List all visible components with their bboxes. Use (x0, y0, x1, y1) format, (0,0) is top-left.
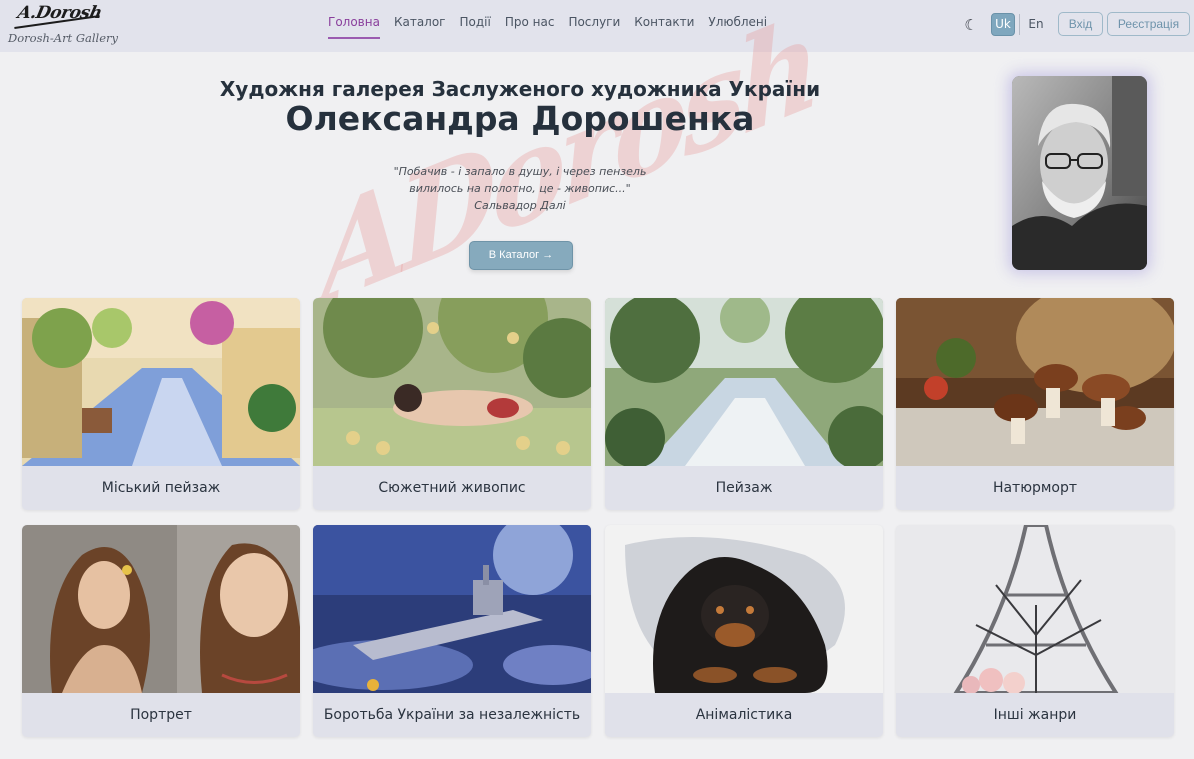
category-label: Міський пейзаж (101, 480, 221, 496)
hero-quote: "Побачив - і запало в душу, і через пенз… (360, 163, 680, 214)
category-label: Портрет (130, 707, 192, 723)
nav-item-events[interactable]: Події (460, 15, 491, 39)
to-catalog-button[interactable]: В Каталог → (469, 241, 573, 270)
artist-portrait (1012, 76, 1147, 270)
category-image (605, 298, 883, 466)
category-image (313, 525, 591, 693)
arrow-right-icon: → (542, 249, 554, 261)
nav-item-home[interactable]: Головна (328, 15, 380, 39)
quote-author: Сальвадор Далі (474, 199, 566, 212)
category-label: Натюрморт (992, 480, 1078, 496)
category-label: Боротьба України за незалежність (323, 707, 581, 723)
category-card-other-genres[interactable]: Інші жанри (896, 525, 1174, 737)
lang-uk-button[interactable]: Uk (991, 13, 1015, 36)
nav-item-services[interactable]: Послуги (568, 15, 620, 39)
register-button[interactable]: Реєстрація (1107, 12, 1190, 36)
category-card-landscape[interactable]: Пейзаж (605, 298, 883, 510)
category-label: Сюжетний живопис (378, 480, 526, 496)
category-image (896, 525, 1174, 693)
category-label: Анімалістика (695, 707, 793, 723)
lang-divider (1019, 14, 1020, 35)
category-card-independence-struggle[interactable]: Боротьба України за незалежність (313, 525, 591, 737)
nav-item-catalog[interactable]: Каталог (394, 15, 446, 39)
category-image (22, 525, 300, 693)
hero-subtitle: Художня галерея Заслуженого художника Ук… (219, 77, 821, 101)
category-image (22, 298, 300, 466)
category-label: Пейзаж (715, 480, 773, 496)
category-image (896, 298, 1174, 466)
nav-item-about[interactable]: Про нас (505, 15, 555, 39)
top-header: A.Dorosh Dorosh-Art Gallery Головна Ката… (0, 0, 1194, 52)
category-card-animalism[interactable]: Анімалістика (605, 525, 883, 737)
category-card-portrait[interactable]: Портрет (22, 525, 300, 737)
quote-line: вилилось на полотно, це - живопис..." (409, 182, 631, 195)
login-button[interactable]: Вхід (1058, 12, 1103, 36)
logo-name: Dorosh-Art Gallery (8, 31, 119, 45)
category-image (313, 298, 591, 466)
category-label: Інші жанри (993, 707, 1077, 723)
quote-line: "Побачив - і запало в душу, і через пенз… (393, 165, 647, 178)
category-image (605, 525, 883, 693)
category-card-still-life[interactable]: Натюрморт (896, 298, 1174, 510)
moon-icon[interactable]: ☾ (962, 16, 980, 34)
lang-en-button[interactable]: En (1026, 13, 1046, 36)
hero-title: Олександра Дорошенка (285, 99, 755, 138)
to-catalog-label: В Каталог (488, 249, 540, 261)
category-card-city-landscape[interactable]: Міський пейзаж (22, 298, 300, 510)
category-card-genre-painting[interactable]: Сюжетний живопис (313, 298, 591, 510)
gallery-logo[interactable]: A.Dorosh Dorosh-Art Gallery (8, 3, 118, 49)
